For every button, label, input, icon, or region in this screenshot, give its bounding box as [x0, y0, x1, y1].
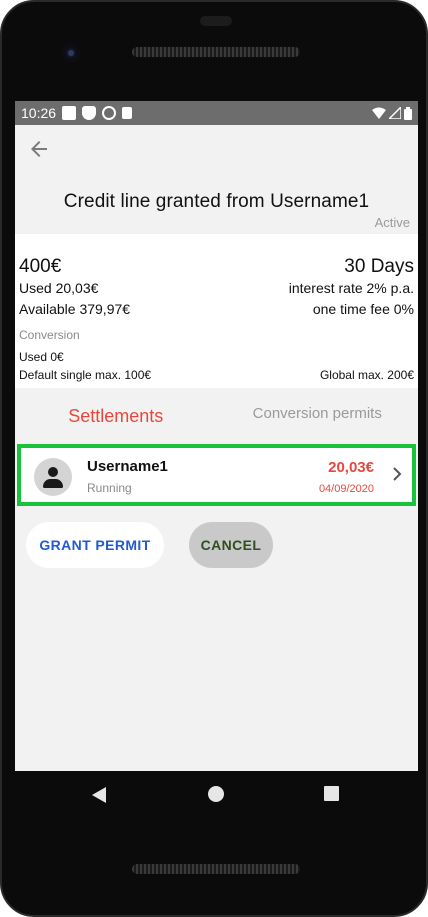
nav-recents-icon[interactable] [324, 786, 339, 801]
nav-home-icon[interactable] [208, 786, 224, 802]
default-single-max: Default single max. 100€ [19, 368, 152, 382]
status-right [372, 106, 412, 120]
conversion-label: Conversion [19, 328, 80, 342]
settlement-status: Running [87, 481, 132, 495]
arrow-back-icon[interactable] [27, 137, 51, 161]
chevron-right-icon [390, 464, 404, 489]
shield-icon [82, 106, 97, 120]
person-icon [34, 458, 72, 496]
settlement-username: Username1 [87, 458, 168, 475]
screen: 10:26 Credit line granted from Username1… [15, 101, 418, 771]
tab-settlements[interactable]: Settlements [15, 406, 217, 427]
battery-icon [404, 106, 412, 120]
app-bar [15, 125, 418, 173]
one-time-fee: one time fee 0% [312, 301, 414, 317]
action-buttons: GRANT PERMIT CANCEL [15, 506, 418, 576]
square-icon [62, 106, 77, 120]
earpiece-grille [132, 47, 300, 57]
circle-icon [102, 106, 117, 120]
used-amount: Used 20,03€ [19, 280, 99, 296]
settlement-amount: 20,03€ [328, 459, 374, 476]
credit-duration: 30 Days [344, 256, 414, 277]
credit-amount: 400€ [19, 256, 62, 277]
page-title: Credit line granted from Username1 [63, 191, 370, 212]
wifi-icon [372, 107, 386, 119]
cancel-button[interactable]: CANCEL [189, 522, 273, 568]
front-camera [62, 44, 80, 62]
card-icon [122, 107, 133, 119]
system-nav-bar [15, 771, 418, 819]
signal-icon [389, 107, 401, 119]
credit-info-card: 400€ 30 Days Used 20,03€ interest rate 2… [15, 234, 418, 388]
bottom-speaker-grille [132, 864, 300, 874]
phone-frame: 10:26 Credit line granted from Username1… [0, 0, 428, 917]
global-max: Global max. 200€ [319, 368, 414, 382]
settlement-row[interactable]: Username1 Running 20,03€ 04/09/2020 [17, 444, 416, 506]
available-amount: Available 379,97€ [19, 301, 131, 317]
settlement-date: 04/09/2020 [318, 483, 374, 495]
grant-permit-button[interactable]: GRANT PERMIT [26, 522, 164, 568]
status-label: Active [374, 215, 410, 230]
tab-bar: Settlements Conversion permits [15, 388, 418, 444]
interest-rate: interest rate 2% p.a. [288, 280, 414, 296]
top-speaker [200, 16, 232, 26]
status-time: 10:26 [21, 105, 57, 121]
nav-back-icon[interactable] [92, 787, 106, 803]
tab-conversion-permits[interactable]: Conversion permits [217, 405, 419, 422]
status-bar: 10:26 [15, 101, 418, 125]
conversion-used: Used 0€ [19, 350, 64, 364]
